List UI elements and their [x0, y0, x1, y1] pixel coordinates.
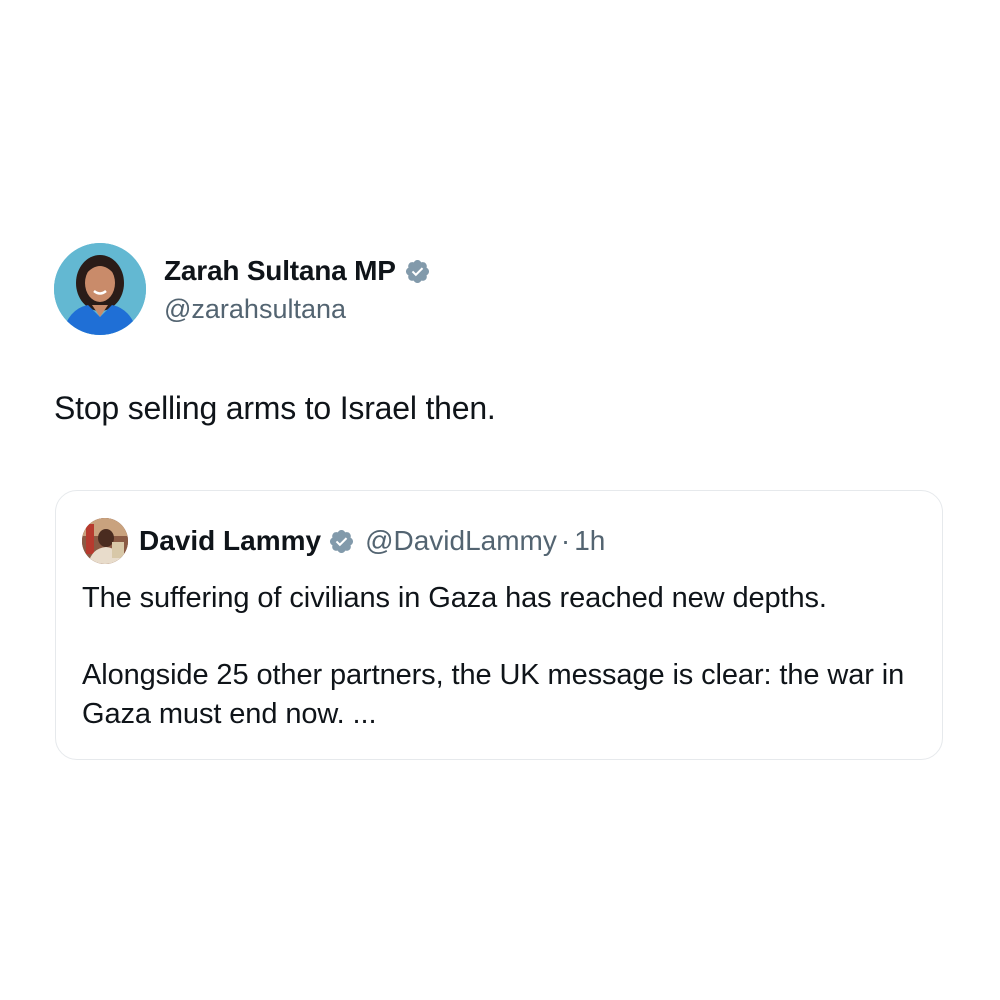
quoted-paragraph: Alongside 25 other partners, the UK mess…	[82, 659, 905, 730]
timestamp[interactable]: 1h	[574, 525, 605, 557]
display-name[interactable]: Zarah Sultana MP	[164, 255, 396, 287]
handle[interactable]: @zarahsultana	[164, 291, 431, 327]
profile-photo-icon	[54, 243, 146, 335]
author-names: Zarah Sultana MP @zarahsultana	[164, 251, 431, 327]
quoted-paragraph: The suffering of civilians in Gaza has r…	[82, 582, 827, 614]
avatar[interactable]	[54, 243, 146, 335]
quoted-tweet-header: David Lammy @DavidLammy · 1h	[82, 517, 916, 565]
tweet: Zarah Sultana MP @zarahsultana Stop sell…	[54, 242, 946, 428]
quoted-avatar[interactable]	[82, 518, 128, 564]
quoted-display-name[interactable]: David Lammy	[139, 525, 321, 557]
quoted-handle[interactable]: @DavidLammy	[365, 525, 557, 557]
page: Zarah Sultana MP @zarahsultana Stop sell…	[0, 0, 1000, 1000]
tweet-author: Zarah Sultana MP @zarahsultana	[54, 242, 946, 336]
quoted-tweet-card[interactable]: David Lammy @DavidLammy · 1h The sufferi…	[55, 490, 943, 760]
name-line: Zarah Sultana MP	[164, 251, 431, 291]
separator-dot: ·	[560, 525, 571, 556]
tweet-text: Stop selling arms to Israel then.	[54, 390, 496, 426]
verified-badge-icon	[330, 529, 354, 553]
verified-badge-icon	[405, 259, 429, 283]
profile-photo-icon	[82, 518, 128, 564]
quoted-tweet-text: The suffering of civilians in Gaza has r…	[82, 579, 916, 734]
